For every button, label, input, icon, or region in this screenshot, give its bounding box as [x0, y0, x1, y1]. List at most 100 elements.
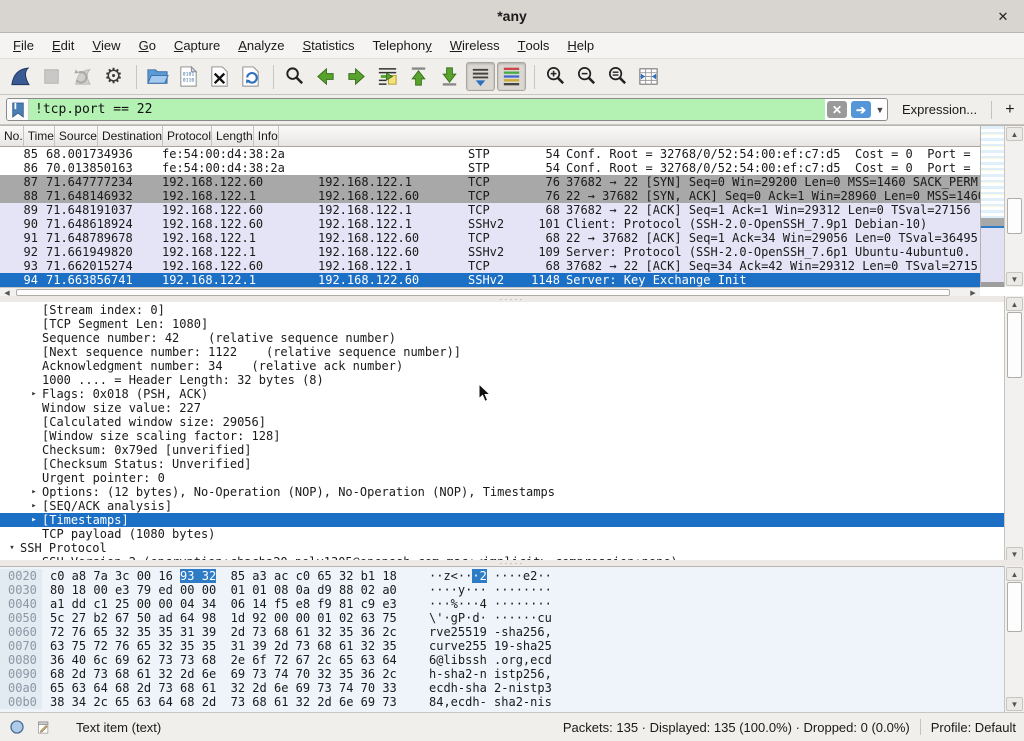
scroll-thumb[interactable] — [1007, 312, 1022, 378]
packet-row[interactable]: 92 71.661949820 192.168.122.1 192.168.12… — [0, 245, 980, 259]
menu-item[interactable]: Help — [558, 33, 603, 58]
hex-bytes[interactable]: 68 2d 73 68 61 32 2d 6e 69 73 74 70 32 3… — [50, 667, 405, 681]
detail-line[interactable]: ▸Options: (12 bytes), No-Operation (NOP)… — [0, 485, 1024, 499]
scroll-up-arrow[interactable]: ▲ — [1006, 297, 1023, 311]
hex-bytes[interactable]: 38 34 2c 65 63 64 68 2d 73 68 61 32 2d 6… — [50, 695, 405, 709]
expand-arrow-icon[interactable] — [26, 471, 42, 485]
hex-bytes[interactable]: c0 a8 7a 3c 00 16 93 32 85 a3 ac c0 65 3… — [50, 569, 405, 583]
packet-row[interactable]: 87 71.647777234 192.168.122.60 192.168.1… — [0, 175, 980, 189]
expand-arrow-icon[interactable] — [26, 415, 42, 429]
ascii-bytes[interactable]: ···%···4 ········ — [429, 597, 552, 611]
detail-line[interactable]: Window size value: 227 — [0, 401, 1024, 415]
intelligent-scrollbar-minimap[interactable] — [980, 126, 1004, 287]
start-capture-button[interactable] — [6, 62, 35, 91]
packet-row[interactable]: 90 71.648618924 192.168.122.60 192.168.1… — [0, 217, 980, 231]
expand-arrow-icon[interactable] — [26, 401, 42, 415]
expand-arrow-icon[interactable] — [26, 429, 42, 443]
ascii-bytes[interactable]: ····y··· ········ — [429, 583, 552, 597]
hex-row[interactable]: 0060 72 76 65 32 35 35 31 39 2d 73 68 61… — [0, 625, 1024, 639]
hex-bytes[interactable]: 65 63 64 68 2d 73 68 61 32 2d 6e 69 73 7… — [50, 681, 405, 695]
expand-arrow-icon[interactable] — [26, 317, 42, 331]
expert-info-button[interactable] — [8, 718, 26, 736]
expand-arrow-icon[interactable] — [26, 359, 42, 373]
detail-line[interactable]: [Calculated window size: 29056] — [0, 415, 1024, 429]
detail-line[interactable]: ▸[Timestamps] — [0, 513, 1024, 527]
scroll-thumb[interactable] — [1007, 198, 1022, 234]
detail-line[interactable]: [Window size scaling factor: 128] — [0, 429, 1024, 443]
packet-row[interactable]: 86 70.013850163 fe:54:00:d4:38:2a STP 54… — [0, 161, 980, 175]
resize-columns-button[interactable] — [634, 62, 663, 91]
expand-arrow-icon[interactable] — [26, 331, 42, 345]
expand-arrow-icon[interactable]: ▸ — [26, 387, 42, 401]
column-header[interactable]: Length — [212, 126, 254, 146]
detail-line[interactable]: ▸[SEQ/ACK analysis] — [0, 499, 1024, 513]
save-file-button[interactable]: 01010110 — [174, 62, 203, 91]
filter-bookmark-button[interactable] — [7, 99, 29, 120]
close-file-button[interactable] — [205, 62, 234, 91]
hex-row[interactable]: 0020 c0 a8 7a 3c 00 16 93 32 85 a3 ac c0… — [0, 569, 1024, 583]
detail-line[interactable]: Checksum: 0x79ed [unverified] — [0, 443, 1024, 457]
scroll-thumb[interactable] — [1007, 582, 1022, 632]
hex-row[interactable]: 0080 36 40 6c 69 62 73 73 68 2e 6f 72 67… — [0, 653, 1024, 667]
hex-bytes[interactable]: 36 40 6c 69 62 73 73 68 2e 6f 72 67 2c 6… — [50, 653, 405, 667]
expand-arrow-icon[interactable] — [26, 527, 42, 541]
go-to-bottom-button[interactable] — [435, 62, 464, 91]
scroll-up-arrow[interactable]: ▲ — [1006, 127, 1023, 141]
expand-arrow-icon[interactable] — [26, 443, 42, 457]
add-filter-button[interactable]: + — [1002, 101, 1018, 119]
column-header[interactable]: No. — [0, 126, 24, 146]
expand-arrow-icon[interactable] — [26, 457, 42, 471]
column-header[interactable]: Time — [24, 126, 55, 146]
hex-row[interactable]: 0050 5c 27 b2 67 50 ad 64 98 1d 92 00 00… — [0, 611, 1024, 625]
detail-line[interactable]: Acknowledgment number: 34 (relative ack … — [0, 359, 1024, 373]
packet-row[interactable]: 89 71.648191037 192.168.122.60 192.168.1… — [0, 203, 980, 217]
hex-row[interactable]: 0030 80 18 00 e3 79 ed 00 00 01 01 08 0a… — [0, 583, 1024, 597]
expand-arrow-icon[interactable]: ▸ — [26, 485, 42, 499]
scroll-down-arrow[interactable]: ▼ — [1006, 272, 1023, 286]
packet-row[interactable]: 88 71.648146932 192.168.122.1 192.168.12… — [0, 189, 980, 203]
menu-item[interactable]: Go — [130, 33, 165, 58]
ascii-bytes[interactable]: \'·gP·d· ······cu — [429, 611, 552, 625]
capture-options-button[interactable]: ⚙ — [99, 62, 128, 91]
expand-arrow-icon[interactable] — [26, 345, 42, 359]
detail-line[interactable]: ▸Flags: 0x018 (PSH, ACK) — [0, 387, 1024, 401]
open-file-button[interactable] — [143, 62, 172, 91]
go-to-packet-button[interactable] — [373, 62, 402, 91]
ascii-bytes[interactable]: curve255 19-sha25 — [429, 639, 552, 653]
expand-arrow-icon[interactable]: ▸ — [26, 513, 42, 527]
column-header[interactable]: Source — [55, 126, 98, 146]
expand-arrow-icon[interactable]: ▾ — [4, 541, 20, 555]
display-filter-input[interactable] — [29, 99, 825, 120]
hex-row[interactable]: 0070 63 75 72 76 65 32 35 35 31 39 2d 73… — [0, 639, 1024, 653]
find-packet-button[interactable] — [280, 62, 309, 91]
packet-row[interactable]: 91 71.648789678 192.168.122.1 192.168.12… — [0, 231, 980, 245]
menu-item[interactable]: Statistics — [293, 33, 363, 58]
detail-line[interactable]: 1000 .... = Header Length: 32 bytes (8) — [0, 373, 1024, 387]
close-window-button[interactable]: ✕ — [994, 8, 1012, 26]
hex-row[interactable]: 00b0 38 34 2c 65 63 64 68 2d 73 68 61 32… — [0, 695, 1024, 709]
ascii-bytes[interactable]: h-sha2-n istp256, — [429, 667, 552, 681]
go-forward-button[interactable] — [342, 62, 371, 91]
hex-bytes[interactable]: a1 dd c1 25 00 00 04 34 06 14 f5 e8 f9 8… — [50, 597, 405, 611]
colorize-button[interactable] — [497, 62, 526, 91]
hex-row[interactable]: 0090 68 2d 73 68 61 32 2d 6e 69 73 74 70… — [0, 667, 1024, 681]
auto-scroll-button[interactable] — [466, 62, 495, 91]
hex-bytes[interactable]: 80 18 00 e3 79 ed 00 00 01 01 08 0a d9 8… — [50, 583, 405, 597]
packet-row[interactable]: 85 68.001734936 fe:54:00:d4:38:2a STP 54… — [0, 147, 980, 161]
column-header[interactable]: Protocol — [163, 126, 212, 146]
zoom-100-button[interactable] — [603, 62, 632, 91]
menu-item[interactable]: Analyze — [229, 33, 293, 58]
detail-line[interactable]: Urgent pointer: 0 — [0, 471, 1024, 485]
menu-item[interactable]: Tools — [509, 33, 559, 58]
details-vscrollbar[interactable]: ▲ ▼ — [1004, 296, 1024, 562]
restart-capture-button[interactable] — [68, 62, 97, 91]
menu-item[interactable]: File — [4, 33, 43, 58]
detail-line[interactable]: [TCP Segment Len: 1080] — [0, 317, 1024, 331]
ascii-bytes[interactable]: ··z<···2 ····e2·· — [429, 569, 552, 583]
detail-line[interactable]: ▾SSH Protocol — [0, 541, 1024, 555]
ascii-bytes[interactable]: 6@libssh .org,ecd — [429, 653, 552, 667]
scroll-up-arrow[interactable]: ▲ — [1006, 567, 1023, 581]
zoom-out-button[interactable] — [572, 62, 601, 91]
stop-capture-button[interactable] — [37, 62, 66, 91]
column-header[interactable]: Info — [254, 126, 279, 146]
